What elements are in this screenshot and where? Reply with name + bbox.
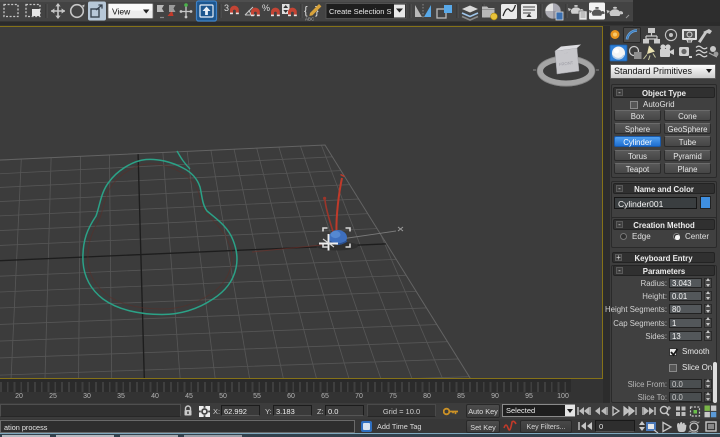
svg-text:Create Selection S: Create Selection S xyxy=(329,7,392,16)
svg-text:View: View xyxy=(112,7,131,17)
svg-text:···: ··· xyxy=(564,51,568,55)
svg-text:3: 3 xyxy=(224,3,229,13)
svg-text:{: { xyxy=(304,5,308,17)
svg-text:%: % xyxy=(262,3,270,13)
svg-text:ABC: ABC xyxy=(305,17,315,22)
